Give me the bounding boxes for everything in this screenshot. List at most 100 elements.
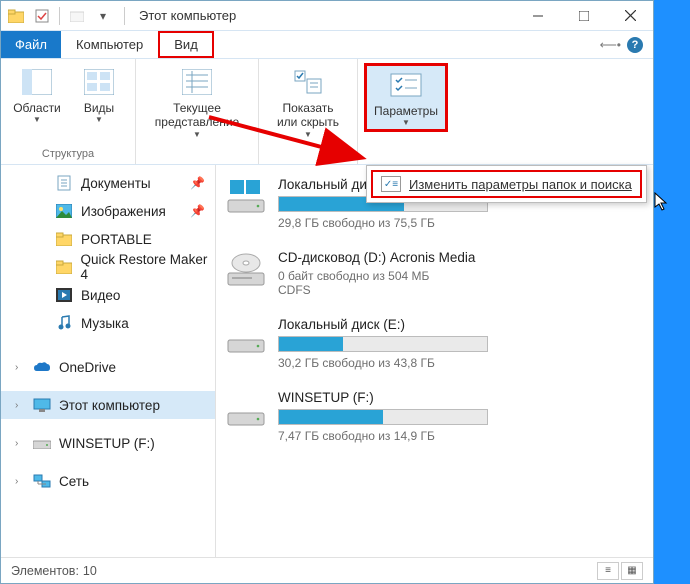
window-title: Этот компьютер bbox=[139, 8, 236, 23]
drive-free-text: 7,47 ГБ свободно из 14,9 ГБ bbox=[278, 429, 645, 443]
drive-item-d[interactable]: CD-дисковод (D:) Acronis Media 0 байт св… bbox=[224, 250, 645, 297]
show-hide-icon bbox=[291, 65, 325, 99]
expand-icon[interactable]: › bbox=[15, 438, 18, 449]
change-folder-options-item[interactable]: ✓≡ Изменить параметры папок и поиска bbox=[371, 170, 642, 198]
thispc-icon bbox=[33, 396, 51, 414]
icons-view-button[interactable]: ▦ bbox=[621, 562, 643, 580]
video-icon bbox=[55, 286, 73, 304]
minimize-button[interactable] bbox=[515, 1, 561, 31]
expand-icon[interactable]: › bbox=[15, 400, 18, 411]
sidebar-item-documents[interactable]: Документы 📌 bbox=[1, 169, 215, 197]
drive-usage-bar bbox=[278, 409, 488, 425]
ribbon-group-showhide: Показать или скрыть ▼ bbox=[259, 59, 358, 164]
chevron-down-icon: ▼ bbox=[402, 118, 410, 127]
ribbon-group-label-showhide bbox=[306, 146, 309, 164]
qat-dropdown-icon[interactable]: ▾ bbox=[92, 5, 114, 27]
expand-icon[interactable]: › bbox=[15, 362, 18, 373]
options-label: Параметры bbox=[374, 104, 438, 118]
drive-cd-icon bbox=[224, 250, 268, 288]
explorer-window: ▾ Этот компьютер Файл Компьютер Вид ⟵• ? bbox=[0, 0, 654, 584]
drive-icon bbox=[33, 434, 51, 452]
new-folder-icon[interactable] bbox=[66, 5, 88, 27]
drive-name: CD-дисковод (D:) Acronis Media bbox=[278, 250, 645, 265]
chevron-down-icon: ▼ bbox=[304, 130, 312, 139]
content-pane: Локальный диск (C:) 29,8 ГБ свободно из … bbox=[216, 165, 653, 557]
chevron-down-icon: ▼ bbox=[95, 115, 103, 124]
current-view-button[interactable]: Текущее представление ▼ bbox=[142, 63, 252, 141]
navigation-pane-icon bbox=[20, 65, 54, 99]
titlebar: ▾ Этот компьютер bbox=[1, 1, 653, 31]
ribbon-group-options: Параметры ▼ bbox=[358, 59, 454, 164]
network-icon bbox=[33, 472, 51, 490]
sidebar-item-thispc[interactable]: › Этот компьютер bbox=[1, 391, 215, 419]
sidebar-item-pictures[interactable]: Изображения 📌 bbox=[1, 197, 215, 225]
ribbon-tabs: Файл Компьютер Вид ⟵• ? bbox=[1, 31, 653, 59]
options-icon bbox=[389, 68, 423, 102]
options-dropdown-menu: ✓≡ Изменить параметры папок и поиска bbox=[366, 165, 647, 203]
navigation-pane: Документы 📌 Изображения 📌 PORTABLE Quick… bbox=[1, 165, 216, 557]
sidebar-item-label: Quick Restore Maker 4 bbox=[81, 252, 215, 282]
folder-icon bbox=[55, 258, 73, 276]
drive-name: WINSETUP (F:) bbox=[278, 390, 645, 405]
status-count-label: Элементов: bbox=[11, 564, 79, 578]
qat-divider bbox=[59, 7, 60, 25]
expand-icon[interactable]: › bbox=[15, 476, 18, 487]
drive-free-text: 30,2 ГБ свободно из 43,8 ГБ bbox=[278, 356, 645, 370]
tab-view[interactable]: Вид bbox=[158, 31, 214, 58]
documents-icon bbox=[55, 174, 73, 192]
help-icon[interactable]: ? bbox=[627, 37, 643, 53]
properties-icon[interactable] bbox=[31, 5, 53, 27]
pictures-icon bbox=[55, 202, 73, 220]
drive-hdd-icon bbox=[224, 390, 268, 428]
drive-hdd-icon bbox=[224, 317, 268, 355]
sidebar-item-portable[interactable]: PORTABLE bbox=[1, 225, 215, 253]
quick-access-toolbar: ▾ bbox=[1, 5, 118, 27]
folder-icon bbox=[55, 230, 73, 248]
tab-file[interactable]: Файл bbox=[1, 31, 61, 58]
layout-label: Виды bbox=[84, 101, 114, 115]
sidebar-item-label: Изображения bbox=[81, 204, 166, 219]
drive-free-text: 29,8 ГБ свободно из 75,5 ГБ bbox=[278, 216, 645, 230]
show-hide-label: Показать или скрыть bbox=[277, 101, 339, 130]
details-view-button[interactable]: ≡ bbox=[597, 562, 619, 580]
sidebar-item-label: Видео bbox=[81, 288, 120, 303]
drive-usage-bar bbox=[278, 336, 488, 352]
divider bbox=[124, 7, 125, 25]
pin-icon: 📌 bbox=[190, 176, 205, 190]
ribbon-group-label-options bbox=[404, 146, 407, 164]
sidebar-item-label: OneDrive bbox=[59, 360, 116, 375]
pin-ribbon-icon[interactable]: ⟵• bbox=[600, 38, 621, 52]
ribbon-group-panes: Области ▼ Виды ▼ Структура bbox=[1, 59, 136, 164]
sidebar-item-onedrive[interactable]: › OneDrive bbox=[1, 353, 215, 381]
explorer-body: Документы 📌 Изображения 📌 PORTABLE Quick… bbox=[1, 165, 653, 557]
sidebar-item-winsetup[interactable]: › WINSETUP (F:) bbox=[1, 429, 215, 457]
app-icon bbox=[5, 5, 27, 27]
drive-filesystem: CDFS bbox=[278, 283, 645, 297]
close-button[interactable] bbox=[607, 1, 653, 31]
sidebar-item-network[interactable]: › Сеть bbox=[1, 467, 215, 495]
chevron-down-icon: ▼ bbox=[33, 115, 41, 124]
window-controls bbox=[515, 1, 653, 31]
drive-item-e[interactable]: Локальный диск (E:) 30,2 ГБ свободно из … bbox=[224, 317, 645, 370]
drive-name: Локальный диск (E:) bbox=[278, 317, 645, 332]
onedrive-icon bbox=[33, 358, 51, 376]
show-hide-button[interactable]: Показать или скрыть ▼ bbox=[265, 63, 351, 141]
sidebar-item-label: PORTABLE bbox=[81, 232, 152, 247]
sidebar-item-video[interactable]: Видео bbox=[1, 281, 215, 309]
options-button[interactable]: Параметры ▼ bbox=[364, 63, 448, 132]
music-icon bbox=[55, 314, 73, 332]
navigation-pane-button[interactable]: Области ▼ bbox=[7, 63, 67, 126]
chevron-down-icon: ▼ bbox=[193, 130, 201, 139]
ribbon-help-area: ⟵• ? bbox=[600, 31, 653, 58]
current-view-label: Текущее представление bbox=[155, 101, 239, 130]
drive-item-f[interactable]: WINSETUP (F:) 7,47 ГБ свободно из 14,9 Г… bbox=[224, 390, 645, 443]
sidebar-item-label: Документы bbox=[81, 176, 151, 191]
sidebar-item-quickrestore[interactable]: Quick Restore Maker 4 bbox=[1, 253, 215, 281]
layout-button[interactable]: Виды ▼ bbox=[69, 63, 129, 126]
tab-computer[interactable]: Компьютер bbox=[61, 31, 158, 58]
maximize-button[interactable] bbox=[561, 1, 607, 31]
pin-icon: 📌 bbox=[190, 204, 205, 218]
sidebar-item-music[interactable]: Музыка bbox=[1, 309, 215, 337]
current-view-icon bbox=[180, 65, 214, 99]
sidebar-item-label: WINSETUP (F:) bbox=[59, 436, 155, 451]
